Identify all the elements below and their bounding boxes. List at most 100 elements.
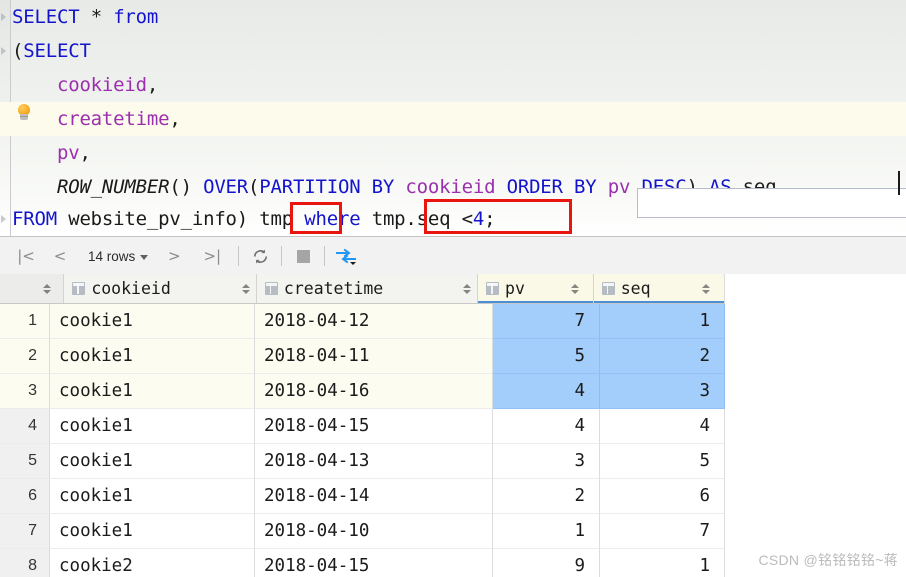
code-line-text: SELECT * from [0,0,158,34]
code-token: () [169,176,204,198]
code-token: < [461,208,473,230]
table-row[interactable]: 1 cookie1 2018-04-12 7 1 [0,304,725,339]
sort-toggle-icon[interactable] [241,283,250,294]
table-row[interactable]: 5 cookie1 2018-04-13 3 5 [0,444,725,479]
cell-createtime[interactable]: 2018-04-10 [255,514,493,549]
code-line-4[interactable]: createtime, [0,102,906,136]
cell-seq[interactable]: 1 [600,549,725,577]
sql-editor[interactable]: SELECT * from (SELECT cookieid, createtim… [0,0,906,236]
cell-idx[interactable]: 6 [0,479,50,514]
code-token: , [169,108,181,130]
cell-idx[interactable]: 4 [0,409,50,444]
cell-createtime[interactable]: 2018-04-15 [255,409,493,444]
code-token: pv [56,142,80,164]
cell-seq[interactable]: 6 [600,479,725,514]
code-token: ; [484,208,496,230]
table-row[interactable]: 7 cookie1 2018-04-10 1 7 [0,514,725,549]
cell-idx[interactable]: 7 [0,514,50,549]
cell-idx[interactable]: 2 [0,339,50,374]
cell-createtime[interactable]: 2018-04-14 [255,479,493,514]
code-line-1[interactable]: SELECT * from [0,0,906,34]
stop-button[interactable] [291,243,315,269]
cell-idx[interactable]: 1 [0,304,50,339]
code-token: * [90,6,102,28]
code-token: ( [248,176,260,198]
refresh-icon [253,248,267,264]
cell-cookieid[interactable]: cookie1 [50,374,255,409]
table-row[interactable]: 4 cookie1 2018-04-15 4 4 [0,409,725,444]
cell-cookieid[interactable]: cookie1 [50,339,255,374]
result-grid[interactable]: cookieid createtime pv seq 1 cookie1 2018-04-1… [0,274,906,577]
cell-createtime[interactable]: 2018-04-16 [255,374,493,409]
refresh-button[interactable] [248,243,272,269]
cell-createtime[interactable]: 2018-04-13 [255,444,493,479]
code-token: ROW_NUMBER [56,176,170,198]
toolbar-divider-1 [238,246,240,266]
cell-cookieid[interactable]: cookie1 [50,409,255,444]
cell-pv[interactable]: 3 [493,444,600,479]
cell-idx[interactable]: 3 [0,374,50,409]
cell-pv[interactable]: 2 [493,479,600,514]
column-header-pv[interactable]: pv [478,274,594,303]
results-toolbar[interactable]: |< < 14 rows > >| [0,236,906,276]
cell-createtime[interactable]: 2018-04-15 [255,549,493,577]
first-page-button[interactable]: |< [14,243,38,269]
cell-cookieid[interactable]: cookie1 [50,514,255,549]
next-page-button[interactable]: > [162,243,186,269]
code-line-2[interactable]: (SELECT [0,34,906,68]
column-header-cookieid[interactable]: cookieid [64,274,257,303]
sort-toggle-icon[interactable] [570,283,579,294]
cell-seq[interactable]: 1 [600,304,725,339]
cell-cookieid[interactable]: cookie1 [50,479,255,514]
code-token: tmp.seq [371,208,462,230]
column-header-seq[interactable]: seq [593,274,726,303]
sort-toggle-icon[interactable] [43,283,52,294]
column-header-label: pv [505,279,525,298]
column-header-createtime[interactable]: createtime [256,274,479,303]
cell-cookieid[interactable]: cookie2 [50,549,255,577]
cell-idx[interactable]: 8 [0,549,50,577]
code-token: where [304,208,361,230]
cell-createtime[interactable]: 2018-04-12 [255,304,493,339]
grid-body[interactable]: cookieid createtime pv seq 1 cookie1 2018-04-1… [0,274,726,577]
cell-seq[interactable]: 3 [600,374,725,409]
table-row[interactable]: 6 cookie1 2018-04-14 2 6 [0,479,725,514]
cell-cookieid[interactable]: cookie1 [50,304,255,339]
cell-pv[interactable]: 5 [493,339,600,374]
code-token: , [79,142,91,164]
cell-seq[interactable]: 7 [600,514,725,549]
cell-idx[interactable]: 5 [0,444,50,479]
cell-seq[interactable]: 5 [600,444,725,479]
cell-pv[interactable]: 7 [493,304,600,339]
row-count-dropdown[interactable]: 14 rows [84,249,152,264]
cell-seq[interactable]: 4 [600,409,725,444]
code-token: cookieid [56,74,147,96]
cell-pv[interactable]: 4 [493,374,600,409]
cell-pv[interactable]: 4 [493,409,600,444]
cell-seq[interactable]: 2 [600,339,725,374]
transpose-button[interactable] [334,243,358,269]
cell-cookieid[interactable]: cookie1 [50,444,255,479]
column-header-idx[interactable] [0,274,65,303]
stop-icon [296,249,310,263]
table-row[interactable]: 8 cookie2 2018-04-15 9 1 [0,549,725,577]
sort-toggle-icon[interactable] [463,283,472,294]
column-type-icon [486,282,500,295]
table-row[interactable]: 3 cookie1 2018-04-16 4 3 [0,374,725,409]
code-token: cookieid [405,176,496,198]
prev-page-button[interactable]: < [48,243,72,269]
column-type-icon [601,282,615,295]
code-line-text: FROM website_pv_info) tmp where tmp.seq … [0,202,496,236]
cell-pv[interactable]: 9 [493,549,600,577]
last-page-button[interactable]: >| [200,243,224,269]
table-row[interactable]: 2 cookie1 2018-04-11 5 2 [0,339,725,374]
sort-toggle-icon[interactable] [702,283,711,294]
cell-pv[interactable]: 1 [493,514,600,549]
code-line-5[interactable]: pv, [0,136,906,170]
code-line-3[interactable]: cookieid, [0,68,906,102]
intention-lightbulb-icon[interactable] [16,104,32,124]
cell-createtime[interactable]: 2018-04-11 [255,339,493,374]
